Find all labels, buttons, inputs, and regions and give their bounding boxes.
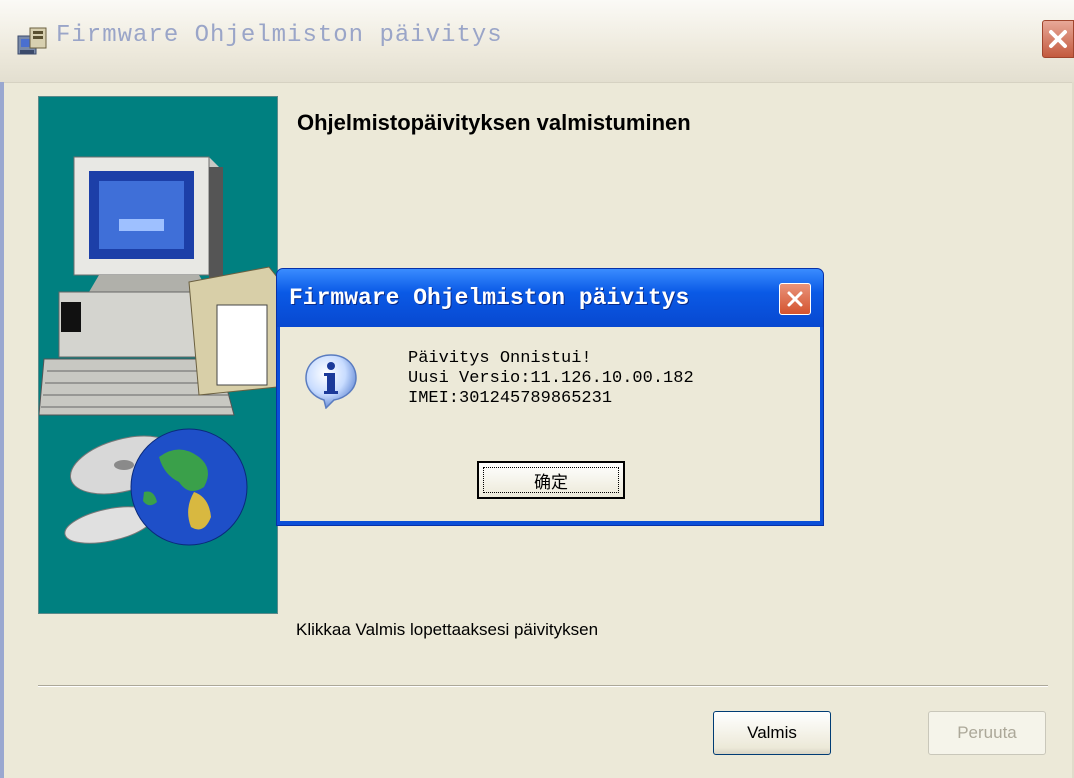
ok-button-label: 确定 [483, 467, 619, 493]
cancel-button[interactable]: Peruuta [928, 711, 1046, 755]
computer-globe-illustration [38, 156, 278, 546]
close-icon [1049, 30, 1067, 48]
ok-button[interactable]: 确定 [477, 461, 625, 499]
message-line: Uusi Versio:11.126.10.00.182 [408, 369, 694, 388]
dialog-message: Päivitys Onnistui! Uusi Versio:11.126.10… [408, 349, 694, 409]
dialog-title: Firmware Ohjelmiston päivitys [289, 285, 690, 311]
window-close-button[interactable] [1042, 20, 1074, 58]
installer-icon [16, 24, 50, 58]
close-icon [787, 291, 803, 307]
dialog-close-button[interactable] [779, 283, 811, 315]
wizard-banner [38, 96, 278, 614]
info-icon [304, 353, 358, 410]
divider [38, 685, 1048, 687]
window-frame-left [0, 82, 4, 778]
finish-button[interactable]: Valmis [713, 711, 831, 755]
instruction-text: Klikkaa Valmis lopettaaksesi päivityksen [296, 620, 599, 639]
dialog-body: Päivitys Onnistui! Uusi Versio:11.126.10… [280, 327, 820, 521]
window-title: Firmware Ohjelmiston päivitys [56, 22, 503, 49]
message-line: Päivitys Onnistui! [408, 349, 592, 368]
main-title-bar[interactable]: Firmware Ohjelmiston päivitys [0, 0, 1074, 83]
message-line: IMEI:301245789865231 [408, 389, 613, 408]
page-heading: Ohjelmistopäivityksen valmistuminen [297, 110, 691, 135]
message-dialog: Firmware Ohjelmiston päivitys Päivitys O… [276, 268, 824, 526]
dialog-title-bar[interactable]: Firmware Ohjelmiston päivitys [277, 269, 823, 327]
